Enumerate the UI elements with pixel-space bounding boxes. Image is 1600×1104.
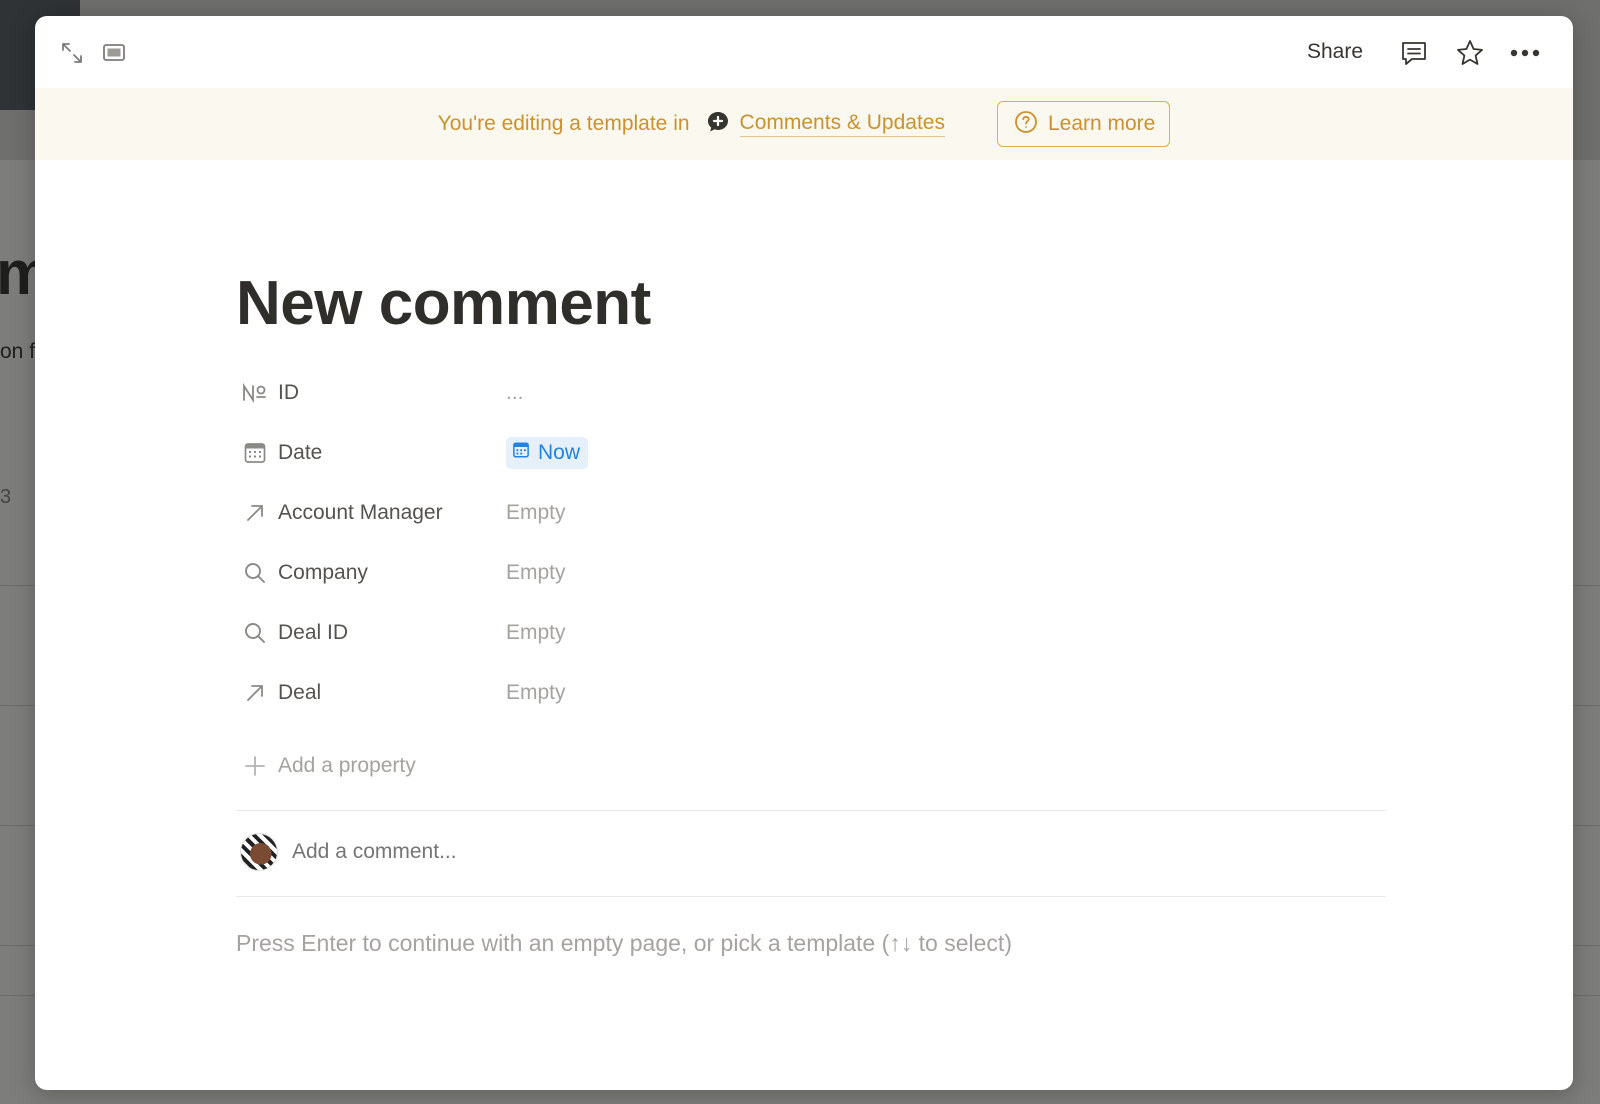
date-now-chip[interactable]: Now [506,437,589,469]
properties-divider [236,810,1386,811]
relation-arrow-icon [242,680,268,706]
property-value[interactable]: Now [506,433,589,473]
rollup-search-icon [242,620,268,646]
database-name: Comments & Updates [739,111,945,137]
number-icon [242,380,268,406]
property-row-date: Date Now [236,428,1386,478]
property-label: Date [278,441,323,464]
property-row-deal-id: Deal ID Empty [236,608,1386,658]
database-comment-icon [706,110,730,139]
background-text-fragment: on f [0,340,36,363]
comment-divider [236,896,1386,897]
relation-arrow-icon [242,500,268,526]
add-property-label: Add a property [278,754,416,777]
property-name[interactable]: Date [236,431,506,475]
template-editor-modal: Share You're editing a template in Comme… [35,16,1573,1090]
property-name[interactable]: Deal ID [236,611,506,655]
side-peek-icon[interactable] [99,38,129,68]
avatar [240,833,278,871]
share-button[interactable]: Share [1307,36,1363,68]
property-label: Account Manager [278,501,443,524]
property-row-id: ID ... [236,368,1386,418]
property-name[interactable]: ID [236,371,506,415]
comment-icon[interactable] [1397,36,1431,70]
add-property-button[interactable]: Add a property [236,744,416,788]
property-label: ID [278,381,299,404]
property-row-account-manager: Account Manager Empty [236,488,1386,538]
learn-more-label: Learn more [1047,112,1156,135]
property-name[interactable]: Deal [236,671,506,715]
calendar-icon [242,440,268,466]
plus-icon [242,753,268,779]
property-value[interactable]: Empty [506,553,566,593]
property-name[interactable]: Account Manager [236,491,506,535]
banner-database-link[interactable]: Comments & Updates [706,110,945,139]
banner-text: You're editing a template in [437,112,690,135]
expand-icon[interactable] [57,38,87,68]
property-name[interactable]: Company [236,551,506,595]
calendar-small-icon [512,441,530,465]
rollup-search-icon [242,560,268,586]
property-value[interactable]: Empty [506,613,566,653]
template-hint: Press Enter to continue with an empty pa… [236,930,1012,956]
comment-composer [236,816,1386,888]
background-number-fragment: 3 [0,486,12,508]
property-row-deal: Deal Empty [236,668,1386,718]
property-value[interactable]: Empty [506,493,566,533]
property-label: Company [278,561,368,584]
template-banner: You're editing a template in Comments & … [35,88,1573,160]
more-icon[interactable] [1507,36,1543,70]
comment-input[interactable] [292,840,1192,864]
page-title[interactable]: New comment [236,268,651,339]
star-icon[interactable] [1453,36,1487,70]
property-row-company: Company Empty [236,548,1386,598]
help-circle-icon [1014,110,1038,139]
date-now-label: Now [538,441,581,464]
property-value[interactable]: Empty [506,673,566,713]
property-label: Deal [278,681,322,704]
modal-topbar: Share [35,16,1573,88]
learn-more-button[interactable]: Learn more [996,101,1171,147]
property-value[interactable]: ... [506,373,524,413]
property-label: Deal ID [278,621,349,644]
